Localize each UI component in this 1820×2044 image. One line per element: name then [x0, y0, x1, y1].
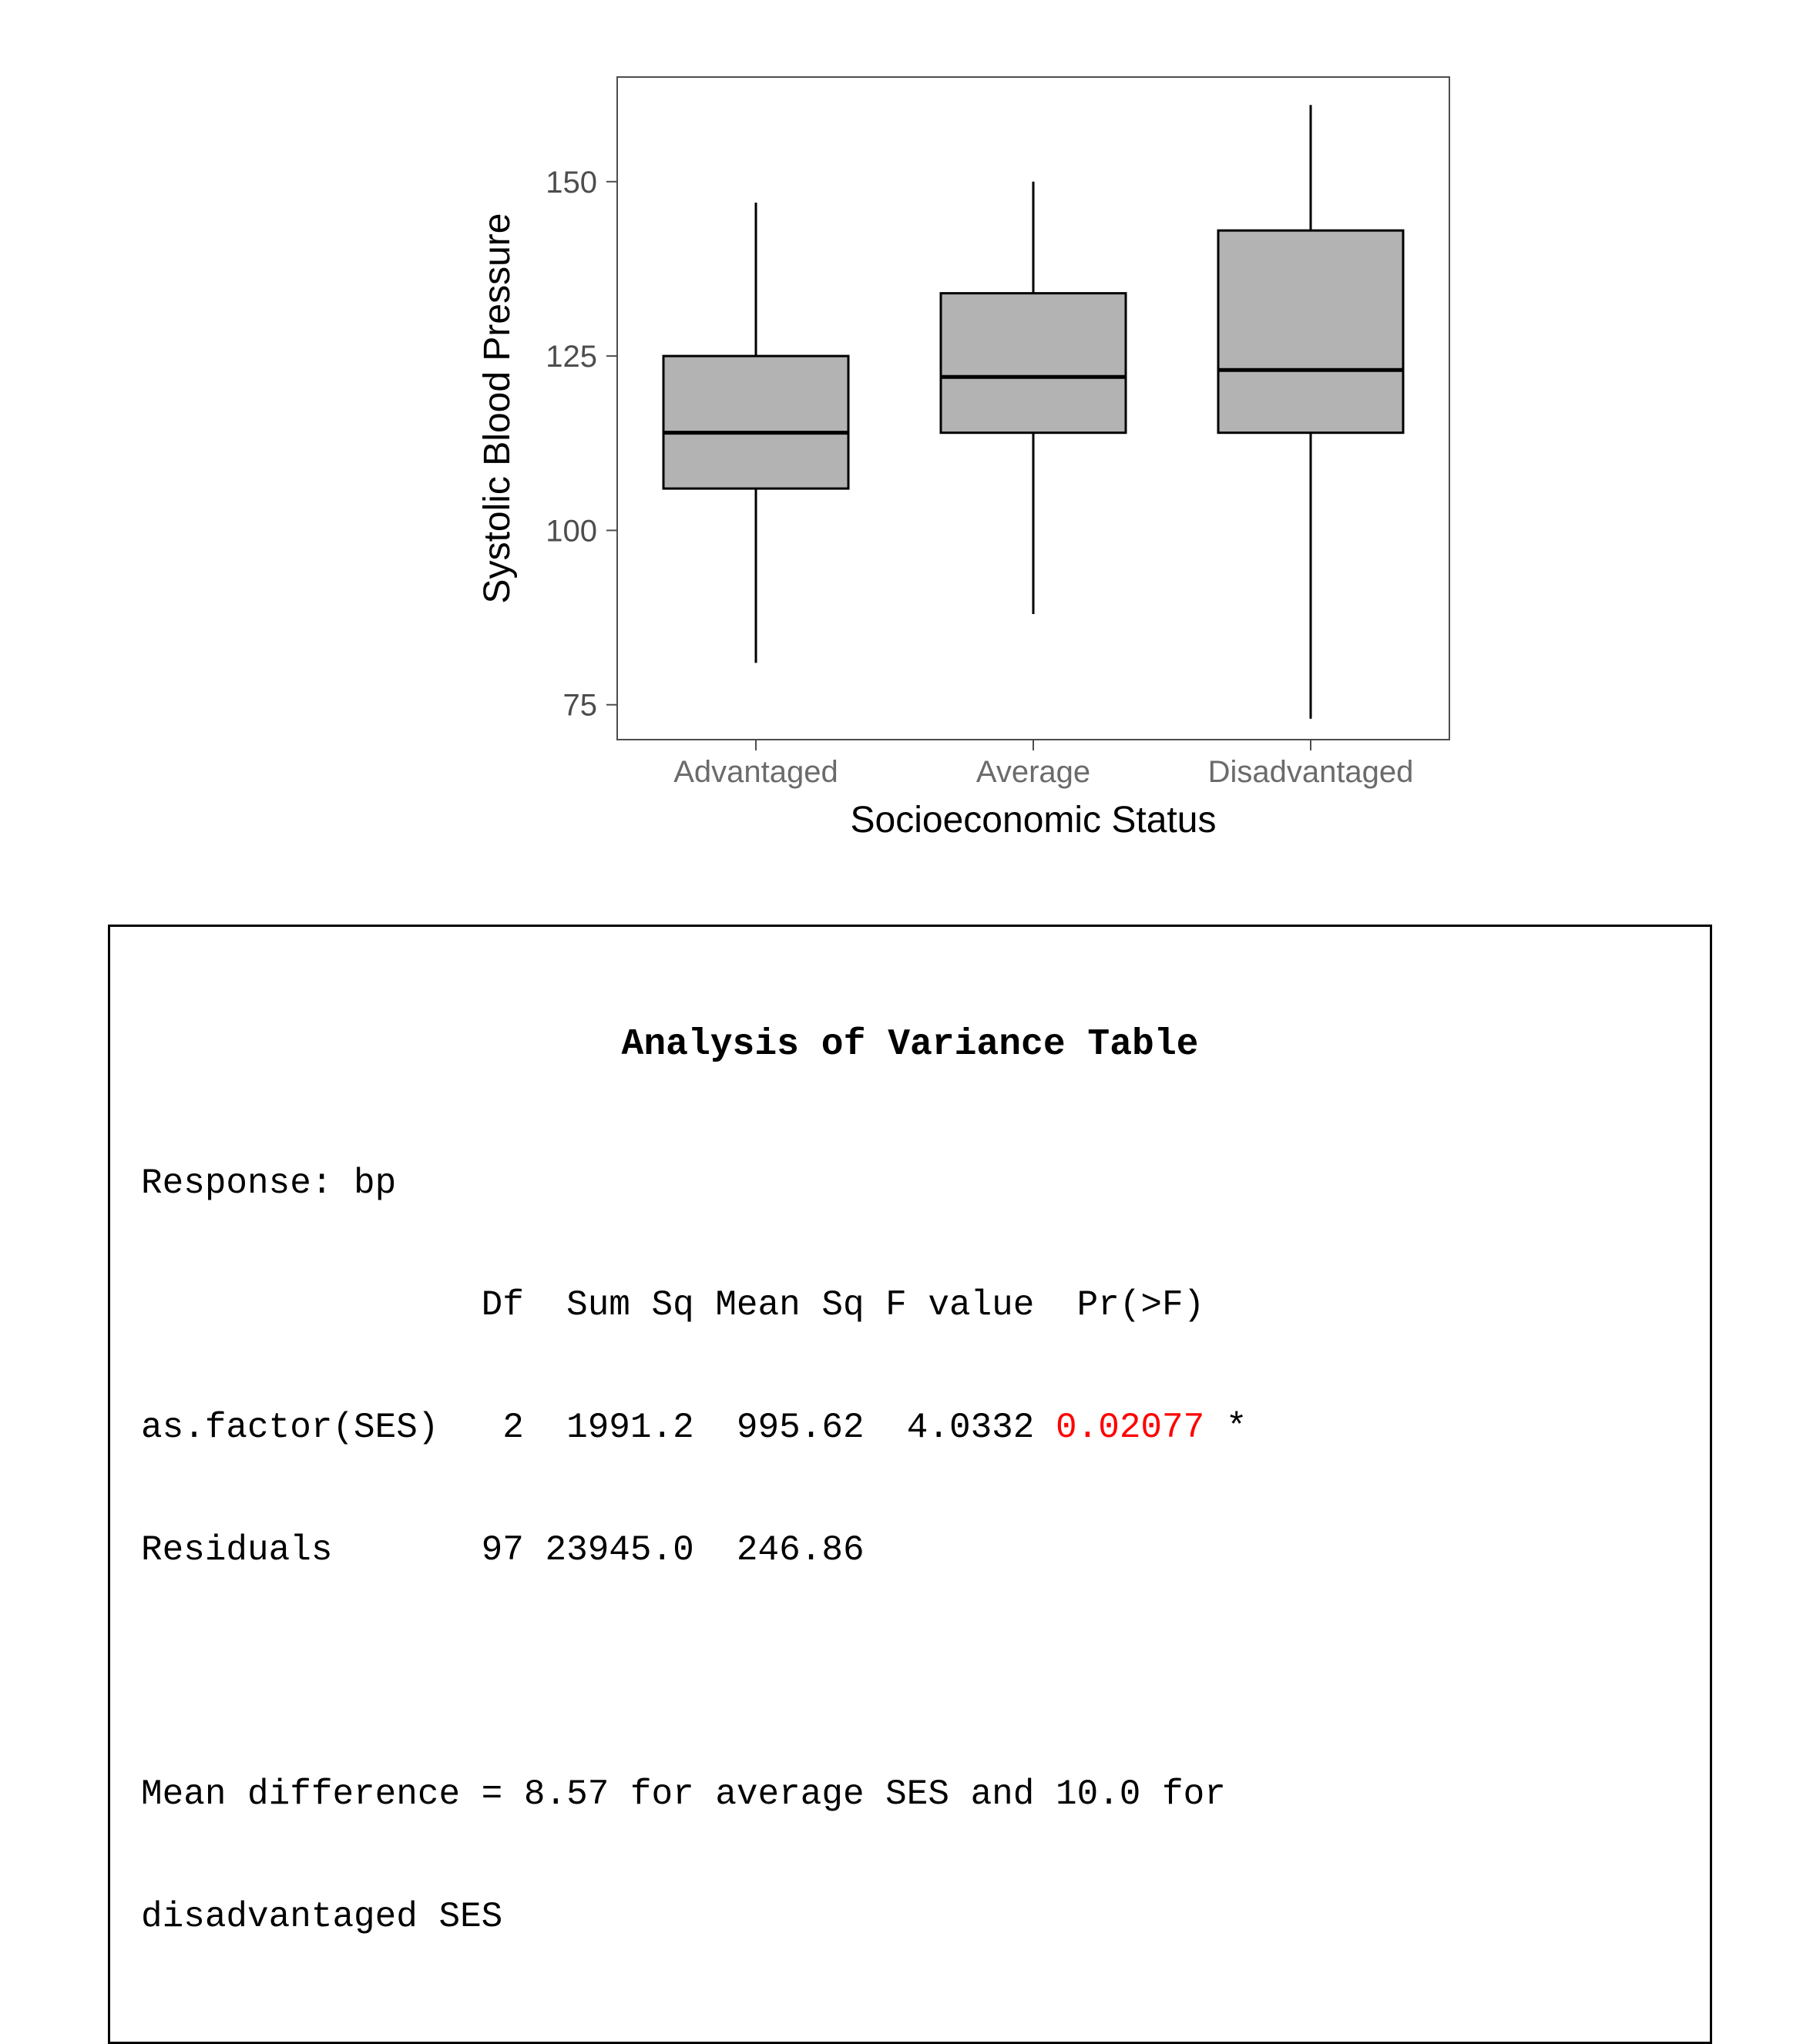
- box: [663, 356, 848, 488]
- x-axis-title: Socioeconomic Status: [851, 800, 1217, 841]
- anova-row-factor-left: as.factor(SES) 2 1991.2 995.62 4.0332: [141, 1408, 1056, 1448]
- anova-response: Response: bp: [141, 1163, 1679, 1204]
- page-root: 75 100 125 150 Advantaged Average Disadvantage…: [0, 0, 1820, 1444]
- boxplot-svg: 75 100 125 150 Advantaged Average Disadvantage…: [294, 31, 1526, 878]
- anova-header: Df Sum Sq Mean Sq F value Pr(>F): [141, 1285, 1679, 1326]
- anova-pvalue: 0.02077: [1056, 1408, 1204, 1448]
- y-tick-label: 100: [546, 514, 597, 548]
- anova-mean-diff-2: disadvantaged SES: [141, 1897, 1679, 1938]
- anova-table: Analysis of Variance Table Response: bp …: [108, 925, 1712, 2044]
- y-axis-title: Systolic Blood Pressure: [477, 213, 518, 604]
- box: [941, 294, 1126, 433]
- x-tick-label: Advantaged: [673, 755, 838, 789]
- y-tick-label: 150: [546, 166, 597, 200]
- anova-row-factor-star: *: [1204, 1408, 1247, 1448]
- anova-row-residuals: Residuals 97 23945.0 246.86: [141, 1530, 1679, 1571]
- boxplot-chart: 75 100 125 150 Advantaged Average Disadvantage…: [46, 31, 1774, 878]
- x-tick-label: Average: [976, 755, 1090, 789]
- x-tick-label: Disadvantaged: [1208, 755, 1414, 789]
- y-tick-label: 75: [563, 689, 598, 723]
- anova-blank: [141, 1652, 1679, 1693]
- anova-title: Analysis of Variance Table: [141, 1024, 1679, 1066]
- anova-mean-diff-1: Mean difference = 8.57 for average SES a…: [141, 1774, 1679, 1815]
- anova-row-factor: as.factor(SES) 2 1991.2 995.62 4.0332 0.…: [141, 1408, 1679, 1448]
- y-tick-label: 125: [546, 340, 597, 374]
- box: [1218, 230, 1403, 433]
